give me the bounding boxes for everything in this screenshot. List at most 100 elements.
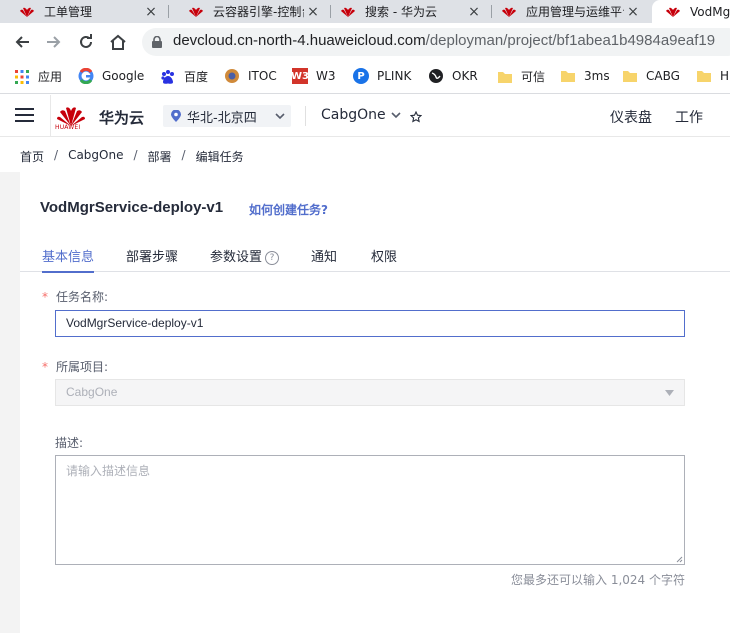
resize-handle-icon[interactable] [675, 555, 683, 563]
browser-tab-active[interactable]: VodMg [652, 0, 730, 23]
project-label: * 所属项目: [42, 358, 108, 375]
tab-permissions[interactable]: 权限 [371, 246, 397, 272]
folder-icon [561, 71, 575, 82]
url-text: devcloud.cn-north-4.huaweicloud.com/depl… [173, 32, 715, 49]
bookmark-label: PLINK [377, 69, 412, 83]
task-name-label: * 任务名称: [42, 288, 108, 305]
breadcrumb: 首页 / CabgOne / 部署 / 编辑任务 [20, 148, 244, 165]
region-selector[interactable]: 华北-北京四 [163, 105, 291, 127]
baidu-icon [161, 69, 174, 84]
tab-title: 工单管理 [44, 5, 93, 19]
app-header: HUAWEI 华为云 华北-北京四 CabgOne 仪表盘 工作 [0, 95, 730, 137]
tab-title: 搜索 - 华为云 [365, 5, 437, 19]
bookmark-label: 可信 [521, 70, 546, 84]
char-count-hint: 您最多还可以输入 1,024 个字符 [511, 573, 685, 587]
browser-tab[interactable]: 应用管理与运维平台 × [482, 0, 650, 23]
browser-tab-strip: 工单管理 × 云容器引擎-控制台 × 搜索 - 华为云 × 应用管理与运维平台 … [0, 0, 730, 23]
breadcrumb-current: 编辑任务 [195, 150, 244, 164]
forward-button[interactable] [42, 30, 66, 54]
bookmark-w3[interactable]: W3 W3 [291, 68, 336, 84]
browser-toolbar: devcloud.cn-north-4.huaweicloud.com/depl… [0, 23, 730, 60]
tab-deploy-steps[interactable]: 部署步骤 [126, 246, 178, 272]
home-icon [110, 34, 126, 50]
apps-grid-icon [15, 69, 29, 84]
browser-tab[interactable]: 搜索 - 华为云 × [321, 0, 491, 23]
brand-name: 华为云 [99, 109, 145, 127]
folder-icon [498, 71, 512, 83]
bookmark-label: ITOC [248, 69, 277, 83]
huawei-logo-icon [666, 7, 680, 17]
star-icon[interactable] [410, 111, 422, 123]
tab-title: VodMg [690, 4, 730, 19]
breadcrumb-home[interactable]: 首页 [20, 148, 44, 165]
chevron-down-icon [275, 113, 285, 120]
logo-wordmark: HUAWEI [55, 124, 81, 131]
bookmark-folder[interactable]: 3ms [560, 68, 610, 84]
bookmark-folder[interactable]: HI [696, 68, 730, 84]
bookmark-okr[interactable]: OKR [428, 68, 478, 84]
breadcrumb-separator: / [181, 148, 186, 162]
folder-icon [697, 71, 711, 82]
dashboard-link[interactable]: 仪表盘 [610, 107, 652, 127]
bookmark-google[interactable]: Google [78, 68, 144, 84]
bookmark-label: CABG [646, 69, 680, 83]
folder-icon [623, 71, 637, 82]
plink-icon: P [353, 68, 369, 84]
globe-icon [429, 69, 443, 83]
required-mark: * [42, 290, 48, 304]
description-placeholder: 请输入描述信息 [66, 464, 151, 478]
browser-tab[interactable]: 工单管理 × [0, 0, 168, 23]
task-name-input[interactable]: VodMgrService-deploy-v1 [55, 310, 685, 337]
arrow-left-icon [15, 36, 29, 48]
project-selector[interactable]: CabgOne [321, 107, 402, 123]
close-icon[interactable]: × [304, 4, 322, 20]
close-icon[interactable]: × [142, 4, 160, 20]
bookmark-apps[interactable]: 应用 [14, 68, 62, 85]
bookmark-label: 应用 [38, 70, 63, 84]
bookmark-itoc[interactable]: ITOC [224, 68, 277, 84]
arrow-right-icon [47, 36, 61, 48]
itoc-icon [225, 69, 239, 83]
project-name: CabgOne [321, 107, 386, 123]
description-textarea[interactable]: 请输入描述信息 [55, 455, 685, 565]
bookmark-label: HI [720, 69, 730, 83]
bookmark-folder[interactable]: 可信 [497, 68, 545, 85]
bookmark-folder[interactable]: CABG [622, 68, 680, 84]
reload-button[interactable] [74, 30, 98, 54]
task-name-label-text: 任务名称: [56, 290, 109, 304]
header-divider [50, 95, 51, 137]
breadcrumb-separator: / [133, 148, 138, 162]
url-host: devcloud.cn-north-4.huaweicloud.com [173, 32, 426, 49]
lock-icon [152, 36, 162, 48]
tab-parameters-label: 参数设置 [210, 250, 263, 265]
bookmark-label: Google [102, 69, 145, 83]
tab-title: 应用管理与运维平台 [526, 5, 624, 19]
browser-tab[interactable]: 云容器引擎-控制台 × [169, 0, 330, 23]
menu-icon[interactable] [15, 108, 34, 123]
tab-basic-info[interactable]: 基本信息 [42, 246, 95, 273]
help-icon[interactable]: ? [265, 251, 280, 265]
tab-parameters[interactable]: 参数设置? [210, 246, 280, 272]
tab-title: 云容器引擎-控制台 [213, 5, 304, 19]
breadcrumb-deploy[interactable]: 部署 [148, 148, 172, 165]
how-to-create-task-link[interactable]: 如何创建任务? [249, 201, 328, 218]
breadcrumb-separator: / [54, 148, 59, 162]
breadcrumb-project[interactable]: CabgOne [68, 148, 123, 165]
location-pin-icon [171, 110, 181, 122]
huawei-logo-icon [341, 7, 355, 17]
project-select-value: CabgOne [66, 385, 118, 399]
home-button[interactable] [106, 30, 130, 54]
work-link[interactable]: 工作 [675, 107, 703, 127]
close-icon[interactable]: × [624, 4, 642, 20]
bookmark-baidu[interactable]: 百度 [160, 68, 208, 85]
bookmark-label: OKR [452, 69, 478, 83]
close-icon[interactable]: × [465, 4, 483, 20]
tab-notification[interactable]: 通知 [311, 246, 337, 272]
url-path: /deployman/project/bf1abea1b4984a9eaf19 [425, 32, 716, 49]
huawei-logo-icon [502, 7, 516, 17]
edit-task-panel: VodMgrService-deploy-v1 如何创建任务? 基本信息 部署步… [20, 172, 730, 633]
address-bar[interactable]: devcloud.cn-north-4.huaweicloud.com/depl… [142, 28, 730, 56]
page-gutter [0, 172, 20, 633]
back-button[interactable] [10, 30, 34, 54]
bookmark-plink[interactable]: P PLINK [353, 68, 411, 84]
